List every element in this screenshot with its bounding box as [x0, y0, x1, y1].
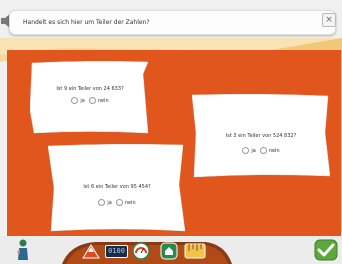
- answer-nein[interactable]: nein: [259, 147, 280, 154]
- close-button[interactable]: ×: [322, 13, 336, 27]
- question-text: Ist 3 ein Teiler von 524 832?: [225, 133, 297, 139]
- close-icon: ×: [325, 15, 333, 25]
- ruler-icon[interactable]: [184, 242, 206, 260]
- option-label: nein: [268, 147, 280, 154]
- question-card: Ist 6 ein Teiler von 95 454? ja nein: [48, 143, 186, 233]
- question-text: Ist 6 ein Teiler von 95 454?: [83, 184, 151, 190]
- radio-button[interactable]: [259, 147, 267, 154]
- question-card: Ist 9 ein Teiler von 24 633? ja nein: [30, 60, 150, 135]
- mountain-icon[interactable]: [82, 243, 100, 259]
- answer-ja[interactable]: ja: [242, 147, 256, 154]
- figure-icon[interactable]: [16, 238, 30, 262]
- radio-button[interactable]: [242, 147, 250, 154]
- question-text: Ist 9 ein Teiler von 24 633?: [56, 86, 124, 92]
- toolbar: 0100: [0, 236, 342, 264]
- answer-ja[interactable]: ja: [98, 199, 112, 206]
- answer-nein[interactable]: nein: [115, 199, 136, 206]
- option-label: nein: [97, 97, 109, 104]
- radio-button[interactable]: [88, 97, 96, 104]
- home-icon[interactable]: [160, 242, 178, 260]
- exercise-screen: Handelt es sich hier um Teiler der Zahle…: [0, 0, 342, 264]
- gauge-icon[interactable]: [132, 242, 150, 260]
- radio-button[interactable]: [71, 97, 79, 104]
- option-label: nein: [124, 199, 136, 206]
- answer-ja[interactable]: ja: [71, 97, 85, 104]
- question-card: Ist 3 ein Teiler von 524 832? ja nein: [192, 93, 330, 178]
- check-icon[interactable]: [314, 239, 338, 261]
- time-text: 0100: [108, 247, 125, 255]
- radio-button[interactable]: [98, 199, 106, 206]
- answer-nein[interactable]: nein: [88, 97, 109, 104]
- instruction-bar: Handelt es sich hier um Teiler der Zahle…: [9, 10, 336, 35]
- option-label: ja: [80, 97, 85, 104]
- time-display: 0100: [105, 245, 128, 258]
- option-label: ja: [251, 147, 256, 154]
- radio-button[interactable]: [115, 199, 123, 206]
- option-label: ja: [107, 199, 112, 206]
- instruction-text: Handelt es sich hier um Teiler der Zahle…: [23, 19, 150, 26]
